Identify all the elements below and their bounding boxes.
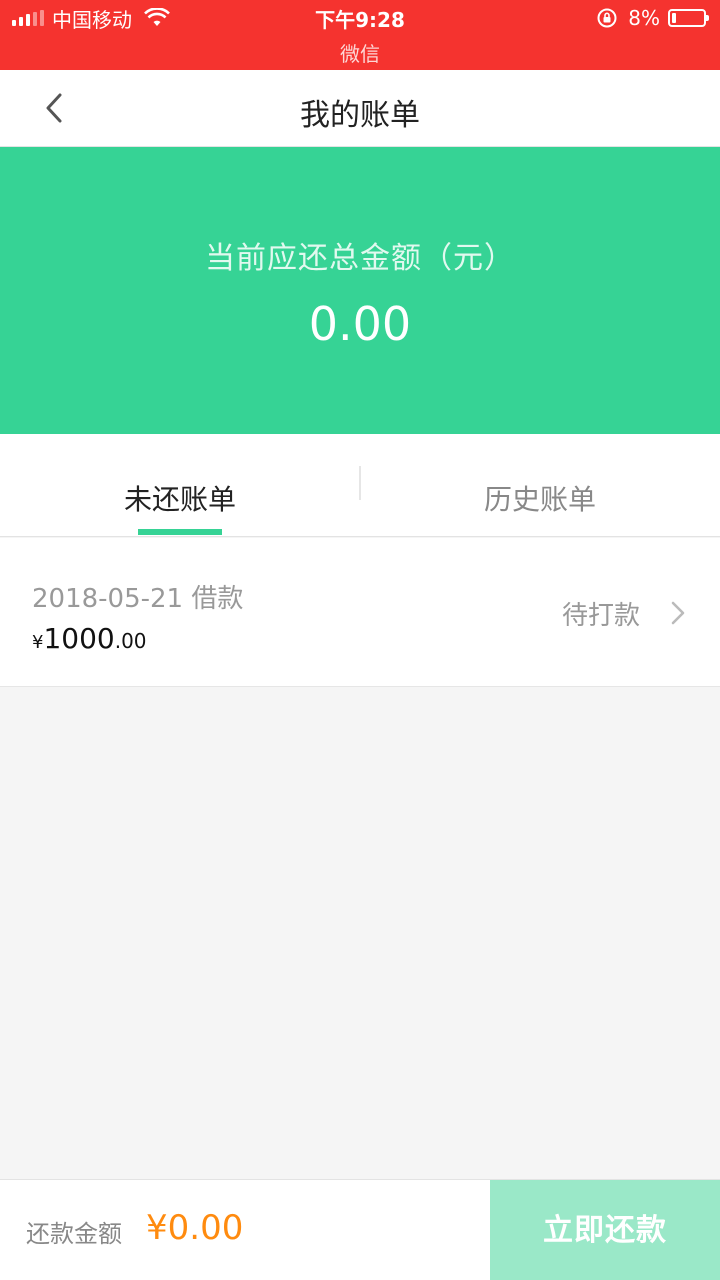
tab-history-label: 历史账单 [483,483,596,516]
nav-bar: 我的账单 [0,70,720,147]
status-bar: 中国移动 下午9:28 微信 8% [0,0,720,70]
summary-panel: 当前应还总金额（元） 0.00 [0,147,720,434]
bill-date: 2018-05-21 借款 [32,584,244,614]
bill-amount-integer: 1000 [43,622,115,655]
bill-status: 待打款 [561,601,640,631]
tab-unpaid-label: 未还账单 [123,483,236,516]
active-tab-indicator [138,529,222,535]
tab-history-bills[interactable]: 历史账单 [360,434,720,537]
total-due-amount: 0.00 [308,297,412,351]
battery-icon [668,9,709,27]
bottom-bar: 还款金额 ¥0.00 立即还款 [0,1179,720,1280]
bill-list-item[interactable]: 2018-05-21 借款 ¥1000.00 待打款 [0,538,720,687]
bill-amount-decimal: .00 [114,629,147,653]
bill-amount: ¥1000.00 [32,622,147,655]
repay-now-button[interactable]: 立即还款 [490,1180,720,1280]
battery-percent: 8% [628,6,660,30]
status-app-name: 微信 [340,42,380,66]
page-title: 我的账单 [300,98,420,133]
bill-currency: ¥ [32,632,44,653]
status-right: 8% [596,6,709,30]
repay-amount-value: ¥0.00 [146,1208,244,1248]
total-due-label: 当前应还总金额（元） [205,241,515,276]
repay-amount-label: 还款金额 [26,1220,122,1248]
rotation-lock-icon [597,8,617,28]
chevron-right-icon [671,601,685,625]
bill-tabs: 未还账单 历史账单 [0,434,720,537]
tab-unpaid-bills[interactable]: 未还账单 [0,434,360,537]
